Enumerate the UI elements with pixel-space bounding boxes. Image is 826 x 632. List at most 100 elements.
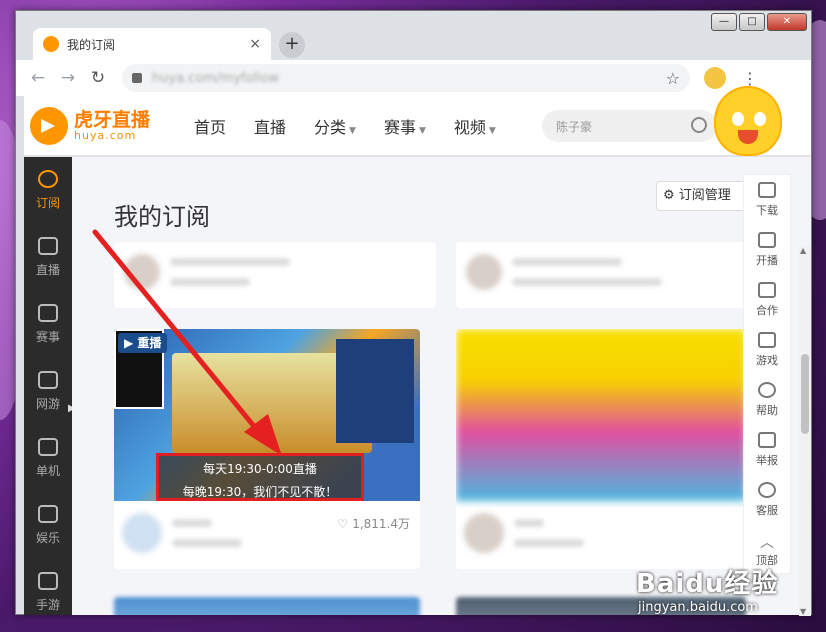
float-item-download[interactable]: 下载 <box>744 175 790 225</box>
close-window-button[interactable]: ✕ <box>767 13 807 31</box>
lock-icon <box>132 73 142 83</box>
sidebar-label: 直播 <box>35 263 60 277</box>
browser-toolbar: ← → ↻ huya.com/myfollow ☆ ⋮ <box>16 60 811 96</box>
huya-logo[interactable]: 虎牙直播 huya.com <box>30 106 170 145</box>
blurred-text <box>514 519 544 527</box>
trophy-icon <box>38 304 58 322</box>
avatar <box>464 513 504 553</box>
subscription-card[interactable] <box>114 242 436 308</box>
sidebar-label: 单机 <box>35 464 60 478</box>
manage-label: 订阅管理 <box>678 188 731 203</box>
handshake-icon <box>758 282 776 298</box>
blurred-text <box>514 539 584 547</box>
avatar <box>122 513 162 553</box>
alarm-icon <box>758 432 776 448</box>
nav-label: 分类 <box>314 117 347 137</box>
scroll-up-icon[interactable]: ▲ <box>800 246 806 255</box>
search-icon[interactable] <box>691 117 707 133</box>
float-label: 客服 <box>756 504 778 517</box>
stream-thumbnail[interactable]: ▶ 重播 每天19:30-0:00直播 每晚19:30，我们不见不散！ <box>114 329 420 501</box>
subscription-card[interactable] <box>456 242 746 308</box>
subscription-manage-button[interactable]: ⚙ 订阅管理 <box>656 181 746 211</box>
browser-window: — □ ✕ 我的订阅 × + ← → ↻ huya.com/myfollow ☆… <box>15 10 812 616</box>
schedule-line2: 每晚19:30，我们不见不散！ <box>182 485 338 499</box>
float-item-report[interactable]: 举报 <box>744 425 790 475</box>
window-controls: — □ ✕ <box>711 13 807 31</box>
chevron-down-icon: ▼ <box>488 125 496 136</box>
subscription-card-featured[interactable]: ▶ 重播 每天19:30-0:00直播 每晚19:30，我们不见不散！ ♡ 1,8… <box>114 329 420 569</box>
search-placeholder: 陈子豪 <box>556 119 593 134</box>
tab-close-icon[interactable]: × <box>249 36 261 52</box>
gear-icon: ⚙ <box>663 188 675 203</box>
nav-label: 视频 <box>453 117 486 137</box>
sidebar-label: 网游 <box>35 397 60 411</box>
nav-label: 首页 <box>194 117 227 137</box>
logo-text: 虎牙直播 huya.com <box>74 110 150 142</box>
sidebar-label: 订阅 <box>35 196 60 210</box>
blurred-text <box>170 278 250 286</box>
nav-item-video[interactable]: 视频 ▼ <box>454 114 496 138</box>
scroll-down-icon[interactable]: ▼ <box>800 607 806 616</box>
sidebar-label: 赛事 <box>35 330 60 344</box>
maximize-button[interactable]: □ <box>739 13 765 31</box>
mascot-mouth <box>738 130 758 144</box>
nav-item-live[interactable]: 直播 <box>254 114 286 138</box>
subscription-card[interactable] <box>456 329 746 569</box>
browser-tab[interactable]: 我的订阅 × <box>33 28 271 60</box>
logo-en: huya.com <box>74 128 137 142</box>
mobile-game-icon <box>38 572 58 590</box>
back-arrow-icon[interactable]: ← <box>24 68 52 88</box>
sidebar-item-mobile-games[interactable]: 手游 <box>24 559 72 626</box>
subscription-card[interactable] <box>114 597 420 615</box>
nav-label: 直播 <box>254 117 287 137</box>
blurred-text <box>170 258 290 266</box>
sidebar-item-subscriptions[interactable]: 订阅 <box>24 157 72 224</box>
float-item-games[interactable]: 游戏 <box>744 325 790 375</box>
float-label: 合作 <box>756 304 778 317</box>
tv-icon <box>38 237 58 255</box>
logo-cn: 虎牙直播 <box>74 108 151 131</box>
bookmark-star-icon[interactable]: ☆ <box>666 69 680 88</box>
float-label: 举报 <box>756 454 778 467</box>
sidebar-item-live[interactable]: 直播 <box>24 224 72 291</box>
float-item-start-live[interactable]: 开播 <box>744 225 790 275</box>
mascot-avatar[interactable] <box>714 86 782 156</box>
blurred-text <box>512 258 622 266</box>
replay-badge: ▶ 重播 <box>118 333 168 353</box>
profile-avatar[interactable] <box>704 67 726 89</box>
page-scrollbar[interactable]: ▲ ▼ <box>799 246 811 616</box>
nav-item-events[interactable]: 赛事 ▼ <box>384 114 426 138</box>
sidebar-item-online-games[interactable]: 网游 <box>24 358 72 425</box>
tab-title: 我的订阅 <box>67 37 116 52</box>
forward-arrow-icon[interactable]: → <box>54 68 82 88</box>
float-item-service[interactable]: 客服 <box>744 475 790 525</box>
likes-count: ♡ 1,811.4万 <box>337 515 410 532</box>
search-input[interactable]: 陈子豪 <box>542 110 717 142</box>
chevron-up-icon: ︿ <box>760 535 774 551</box>
scroll-thumb[interactable] <box>801 354 809 434</box>
new-tab-button[interactable]: + <box>279 32 305 58</box>
float-item-cooperation[interactable]: 合作 <box>744 275 790 325</box>
nav-item-category[interactable]: 分类 ▼ <box>314 114 356 138</box>
minimize-button[interactable]: — <box>711 13 737 31</box>
reload-icon[interactable]: ↻ <box>84 68 112 88</box>
gamepad-icon <box>758 332 776 348</box>
huya-logo-icon <box>30 106 68 145</box>
camera-icon <box>758 232 776 248</box>
floating-toolbar: 下载 开播 合作 游戏 帮助 举报 客服 ︿ 顶部 <box>743 174 791 574</box>
menu-dots-icon[interactable]: ⋮ <box>742 69 758 88</box>
blurred-text <box>172 539 242 547</box>
sidebar-item-single-player[interactable]: 单机 <box>24 425 72 492</box>
game-panel <box>336 339 414 443</box>
gamepad-icon <box>38 371 58 389</box>
microphone-icon <box>38 505 58 523</box>
float-label: 帮助 <box>756 404 778 417</box>
nav-item-home[interactable]: 首页 <box>194 114 226 138</box>
sidebar-label: 娱乐 <box>35 531 60 545</box>
main-nav: 首页 直播 分类 ▼ 赛事 ▼ 视频 ▼ <box>194 114 524 138</box>
sidebar-item-entertainment[interactable]: 娱乐 <box>24 492 72 559</box>
float-item-help[interactable]: 帮助 <box>744 375 790 425</box>
sidebar-item-events[interactable]: 赛事 <box>24 291 72 358</box>
address-bar[interactable]: huya.com/myfollow ☆ <box>122 64 690 92</box>
watermark-bottom: jingyan.baidu.com <box>638 600 758 615</box>
